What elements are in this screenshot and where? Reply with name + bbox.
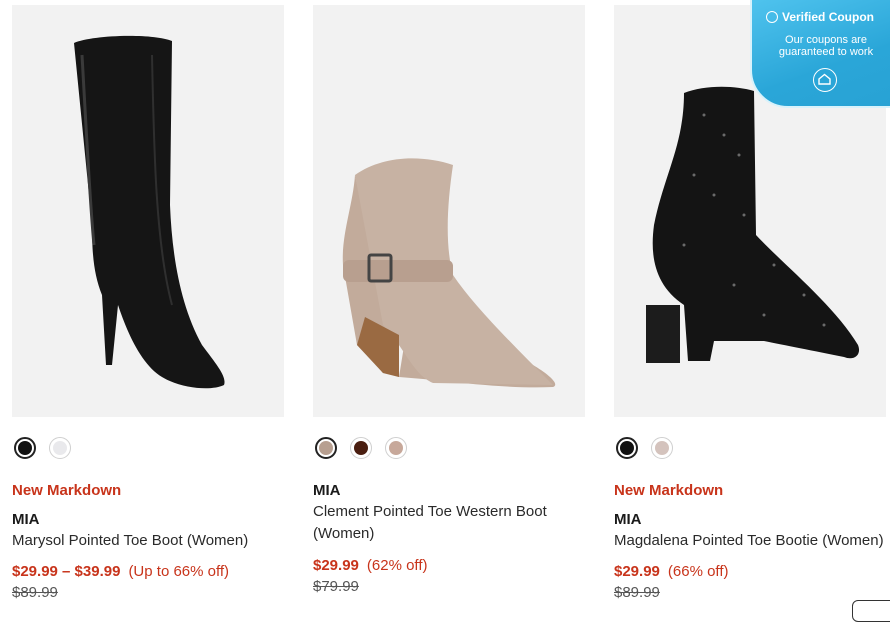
tall-black-boot-image	[74, 35, 225, 389]
check-circle-icon	[766, 11, 778, 23]
price-line: $29.99 – $39.99 (Up to 66% off)	[12, 563, 229, 580]
brand-name: MIA	[614, 511, 642, 528]
discount-text: (Up to 66% off)	[128, 563, 230, 580]
product-name[interactable]: Marysol Pointed Toe Boot (Women)	[12, 530, 284, 552]
product-image[interactable]	[313, 5, 585, 417]
sale-price: $29.99	[313, 557, 359, 574]
coupon-title-text: Verified Coupon	[782, 10, 875, 24]
coupon-subtitle: Our coupons are guaranteed to work	[778, 34, 874, 58]
swatch-taupe[interactable]	[315, 437, 337, 459]
brand-name: MIA	[313, 482, 341, 499]
swatch-blush[interactable]	[385, 437, 407, 459]
floating-button-edge[interactable]	[852, 600, 890, 622]
product-name[interactable]: Magdalena Pointed Toe Bootie (Women)	[614, 530, 886, 552]
swatch-blush[interactable]	[651, 437, 673, 459]
markdown-badge: New Markdown	[12, 482, 122, 499]
sale-price: $29.99	[614, 563, 660, 580]
product-image[interactable]	[12, 5, 284, 417]
product-card[interactable]: MIA Clement Pointed Toe Western Boot (Wo…	[313, 5, 585, 595]
swatch-black[interactable]	[14, 437, 36, 459]
original-price: $89.99	[614, 584, 660, 601]
price-line: $29.99 (66% off)	[614, 563, 728, 580]
product-name[interactable]: Clement Pointed Toe Western Boot (Women)	[313, 501, 585, 545]
swatch-silver[interactable]	[49, 437, 71, 459]
original-price: $89.99	[12, 584, 58, 601]
swatch-black[interactable]	[616, 437, 638, 459]
sale-price: $29.99 – $39.99	[12, 563, 121, 580]
original-price: $79.99	[313, 578, 359, 595]
coupon-title: Verified Coupon	[766, 10, 874, 24]
western-boot-image	[342, 158, 556, 388]
shield-home-icon[interactable]	[813, 68, 837, 92]
price-line: $29.99 (62% off)	[313, 557, 427, 574]
verified-coupon-widget[interactable]: Verified Coupon Our coupons are guarante…	[750, 0, 890, 108]
swatch-brown[interactable]	[350, 437, 372, 459]
brand-name: MIA	[12, 511, 40, 528]
discount-text: (66% off)	[667, 563, 729, 580]
markdown-badge: New Markdown	[614, 482, 724, 499]
discount-text: (62% off)	[366, 557, 428, 574]
product-card[interactable]: New Markdown MIA Marysol Pointed Toe Boo…	[12, 5, 284, 601]
